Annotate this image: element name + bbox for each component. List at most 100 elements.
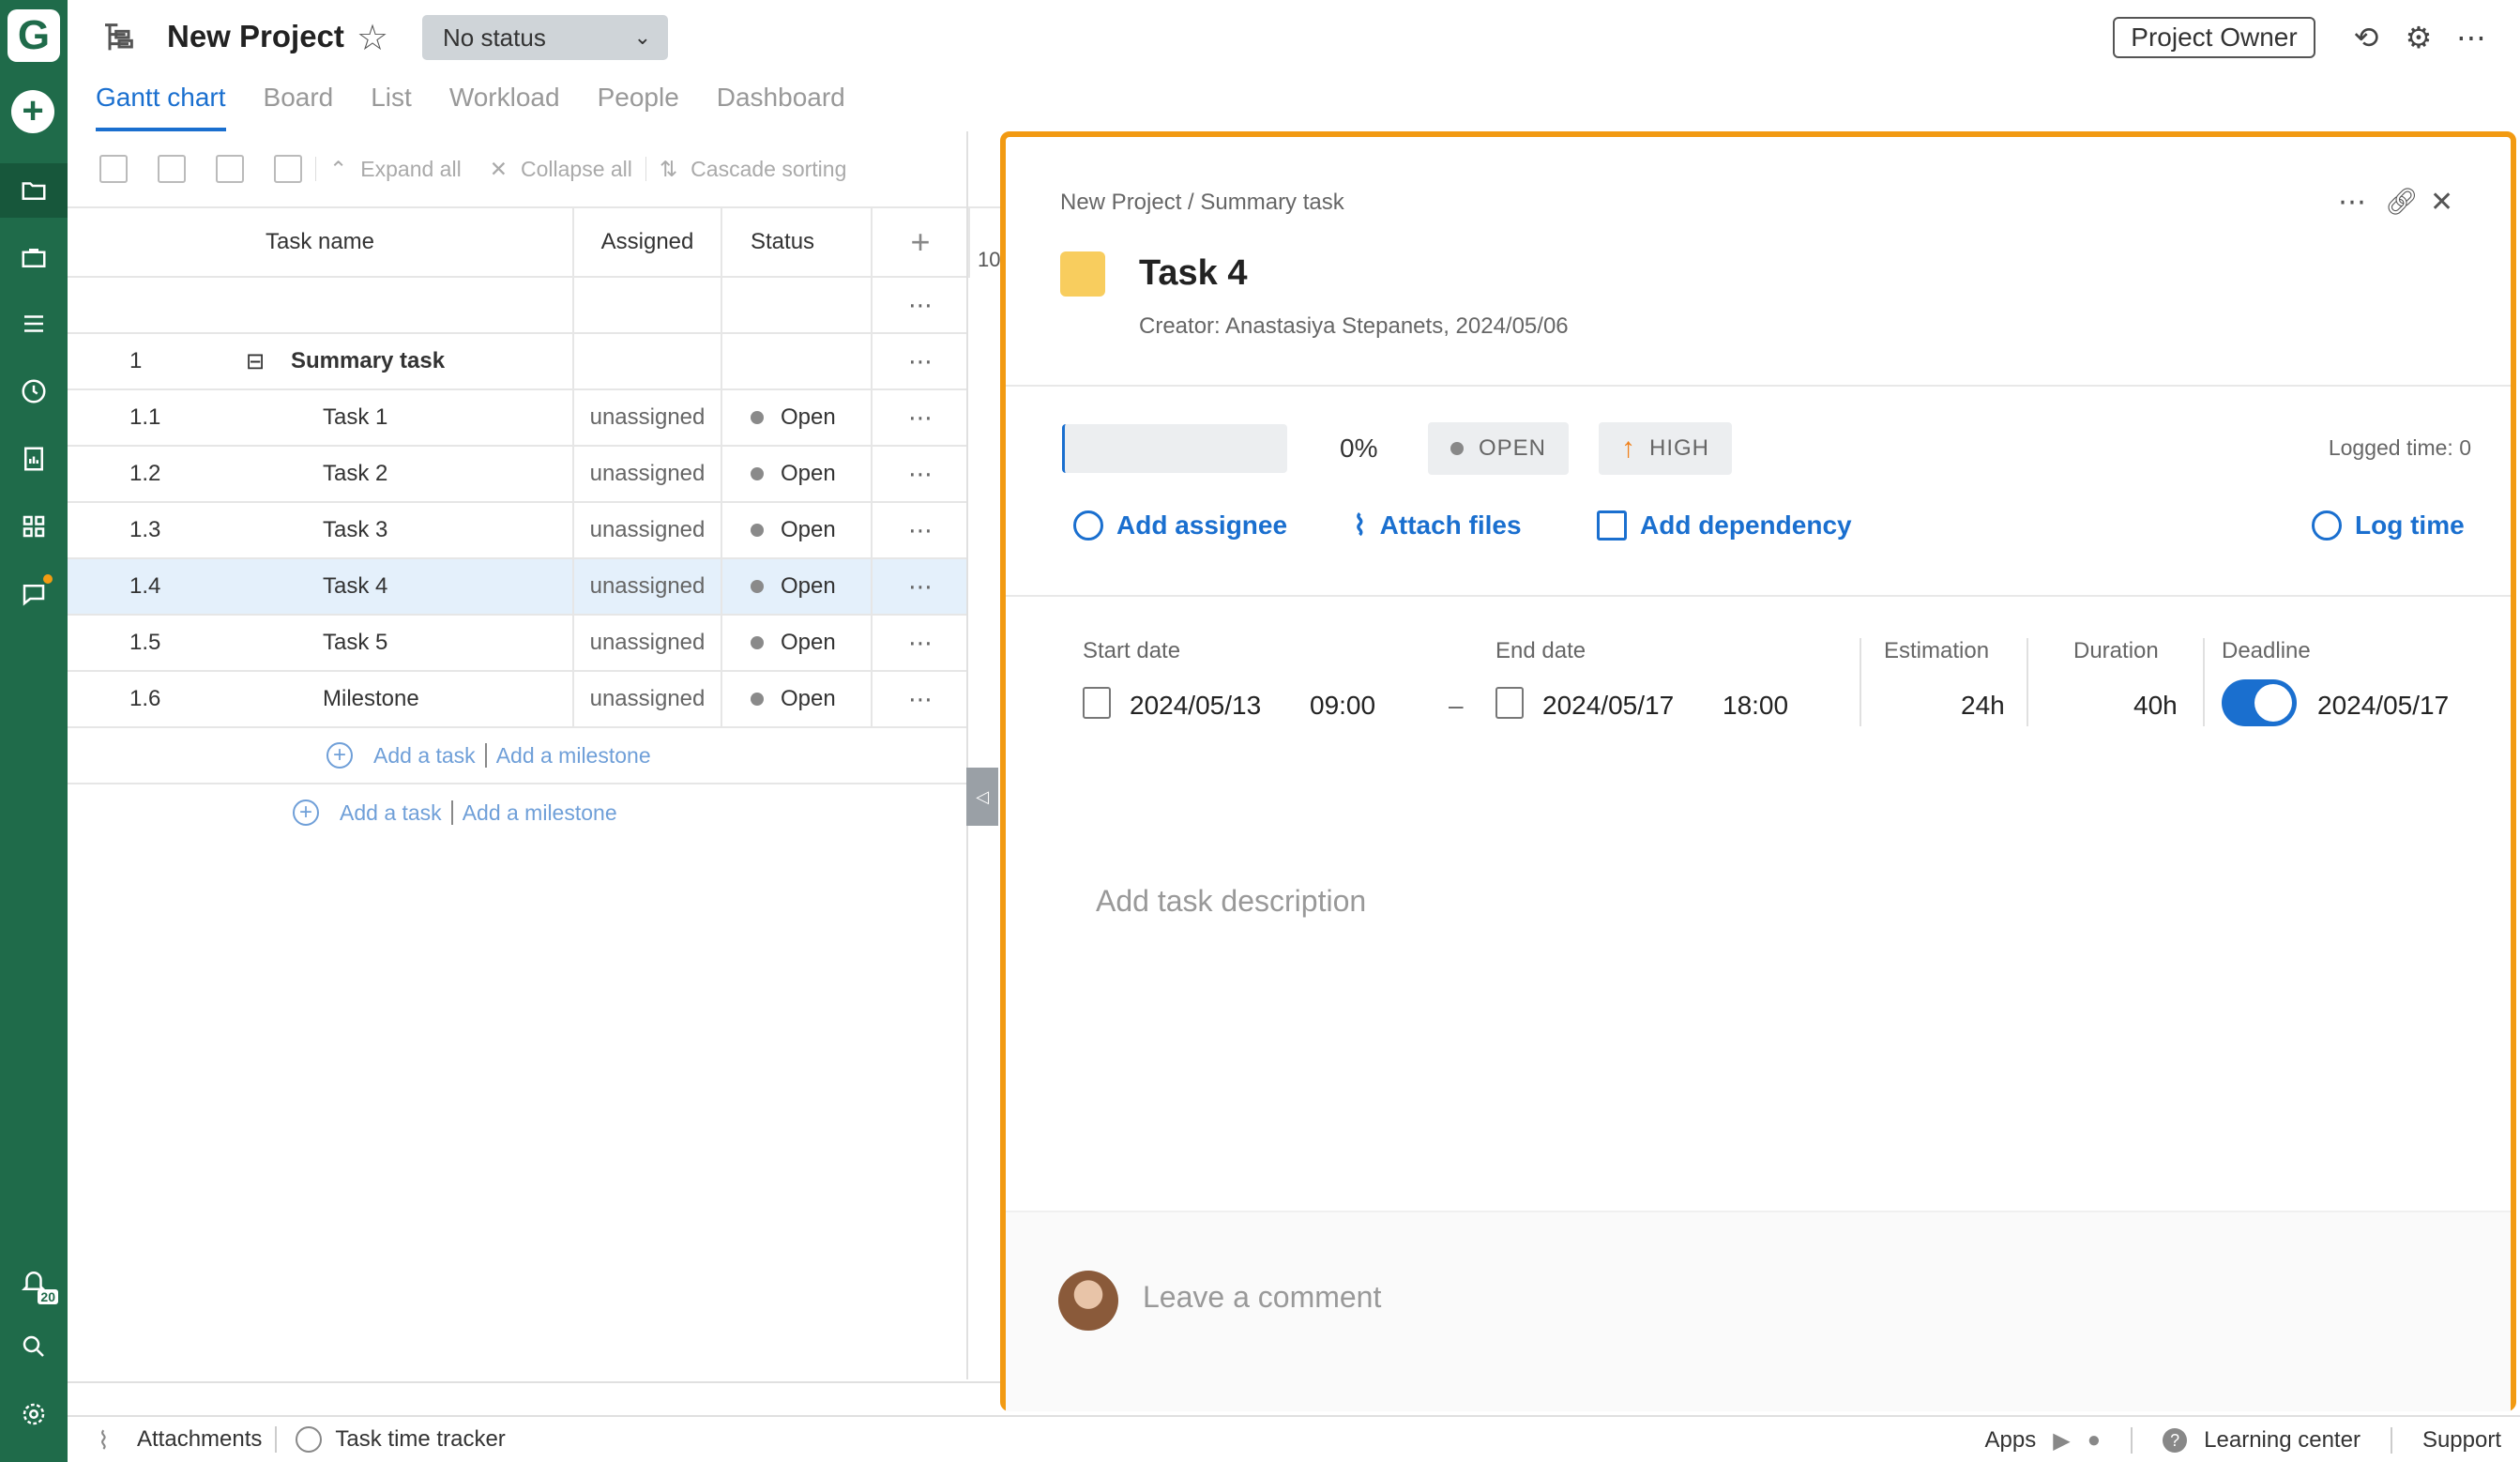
table-row[interactable]: 1.3 Task 3 unassigned Open ⋯ [68,503,968,559]
row-more-icon[interactable]: ⋯ [873,559,968,614]
portfolio-briefcase-icon[interactable] [0,231,68,285]
more-options-icon[interactable]: ⋯ [2338,186,2366,219]
column-header-status[interactable]: Status [722,208,873,276]
end-time-value[interactable]: 18:00 [1723,691,1788,721]
tab-board[interactable]: Board [264,83,334,131]
row-more-icon[interactable]: ⋯ [873,616,968,670]
expand-all-button[interactable]: Expand all [360,157,461,182]
row-more-icon[interactable]: ⋯ [873,503,968,557]
deadline-value[interactable]: 2024/05/17 [2317,691,2449,721]
table-row[interactable]: 1.1 Task 1 unassigned Open ⋯ [68,390,968,447]
settings-gear-icon[interactable] [0,1387,68,1441]
status-cell[interactable]: Open [722,503,873,557]
progress-bar[interactable] [1062,424,1287,473]
log-time-button[interactable]: Log time [2312,505,2465,546]
table-row[interactable]: 1.6 Milestone unassigned Open ⋯ [68,672,968,728]
support-link[interactable]: Support [2422,1427,2501,1454]
table-row[interactable]: 1.2 Task 2 unassigned Open ⋯ [68,447,968,503]
row-more-icon[interactable]: ⋯ [873,278,968,332]
estimation-value[interactable]: 24h [1961,691,2005,721]
history-icon[interactable]: ⟲ [2347,19,2385,56]
status-cell[interactable]: Open [722,559,873,614]
tab-dashboard[interactable]: Dashboard [717,83,845,131]
apple-icon[interactable]: ● [2087,1427,2102,1454]
tab-gantt-chart[interactable]: Gantt chart [96,83,226,131]
status-cell[interactable]: Open [722,672,873,726]
tab-people[interactable]: People [598,83,679,131]
start-time-value[interactable]: 09:00 [1310,691,1375,721]
status-cell[interactable]: Open [722,616,873,670]
task-name[interactable]: Milestone [323,672,419,726]
status-pill[interactable]: OPEN [1428,422,1570,475]
comment-input[interactable]: Leave a comment [1143,1280,1381,1315]
create-new-button[interactable]: + [11,90,54,133]
calendar-icon[interactable] [1083,687,1111,719]
task-color-swatch[interactable] [1060,251,1105,297]
attachments-button[interactable]: Attachments [137,1426,262,1453]
assigned-cell[interactable]: unassigned [572,390,722,445]
duration-value[interactable]: 40h [2133,691,2178,721]
tab-workload[interactable]: Workload [449,83,560,131]
task-name[interactable]: Task 5 [323,616,387,670]
add-column-button[interactable]: + [873,208,968,276]
add-assignee-button[interactable]: Add assignee [1073,505,1287,546]
task-title[interactable]: Task 4 [1139,253,1247,294]
tab-list[interactable]: List [371,83,412,131]
row-more-icon[interactable]: ⋯ [873,334,968,388]
priority-pill[interactable]: ↑ HIGH [1599,422,1732,475]
project-owner-button[interactable]: Project Owner [2113,17,2315,58]
table-row-summary[interactable]: 1 ⊟ Summary task ⋯ [68,334,968,390]
assigned-cell[interactable]: unassigned [572,616,722,670]
baseline-icon[interactable] [274,155,302,183]
time-clock-icon[interactable] [0,364,68,419]
summary-task-name[interactable]: Summary task [291,334,445,388]
horizontal-scrollbar-track[interactable] [68,1381,1000,1383]
search-icon[interactable] [0,1319,68,1374]
collapse-group-icon[interactable]: ⊟ [246,334,265,388]
deadline-toggle[interactable] [2222,679,2297,726]
time-tracker-button[interactable]: Task time tracker [335,1426,505,1453]
end-date-value[interactable]: 2024/05/17 [1542,691,1674,721]
assigned-cell[interactable]: unassigned [572,447,722,501]
google-play-icon[interactable]: ▶ [2053,1427,2070,1454]
attach-files-button[interactable]: ⌇ Attach files [1353,505,1522,546]
breadcrumb[interactable]: New Project / Summary task [1060,190,1344,216]
app-logo[interactable]: G [8,9,60,62]
projects-folder-icon[interactable] [0,163,68,218]
collapse-panel-handle[interactable]: ◁ [966,768,998,826]
add-milestone-link[interactable]: Add a milestone [496,743,651,769]
add-milestone-link[interactable]: Add a milestone [463,800,617,826]
select-checkbox-icon[interactable] [99,155,128,183]
start-date-value[interactable]: 2024/05/13 [1130,691,1261,721]
assigned-cell[interactable]: unassigned [572,559,722,614]
outdent-icon[interactable] [216,155,244,183]
task-name[interactable]: Task 3 [323,503,387,557]
status-cell[interactable]: Open [722,390,873,445]
task-name[interactable]: Task 1 [323,390,387,445]
grid-gantt-splitter[interactable] [966,131,968,1379]
row-more-icon[interactable]: ⋯ [873,447,968,501]
column-header-assigned[interactable]: Assigned [572,208,722,276]
indent-icon[interactable] [158,155,186,183]
favorite-star-icon[interactable]: ☆ [357,17,388,59]
notifications-bell-icon[interactable]: 20 [0,1254,68,1308]
task-name[interactable]: Task 2 [323,447,387,501]
assigned-cell[interactable]: unassigned [572,503,722,557]
chat-icon[interactable] [0,567,68,621]
table-row-selected[interactable]: 1.4 Task 4 unassigned Open ⋯ [68,559,968,616]
apps-link[interactable]: Apps [1984,1427,2036,1454]
row-more-icon[interactable]: ⋯ [873,390,968,445]
task-name[interactable]: Task 4 [323,559,387,614]
project-title[interactable]: New Project [167,19,344,54]
row-more-icon[interactable]: ⋯ [873,672,968,726]
add-task-link[interactable]: Add a task [373,743,476,769]
calendar-icon[interactable] [1495,687,1524,719]
more-options-icon[interactable]: ⋯ [2452,19,2490,56]
project-settings-gear-icon[interactable]: ⚙ [2400,19,2437,56]
close-icon[interactable]: ✕ [2430,186,2453,219]
column-header-task-name[interactable]: Task name [68,208,572,276]
project-status-dropdown[interactable]: No status ⌄ [422,15,668,60]
collapse-all-button[interactable]: Collapse all [521,157,632,182]
apps-grid-icon[interactable] [0,499,68,554]
copy-link-icon[interactable]: 🔗︎ [2385,186,2419,217]
